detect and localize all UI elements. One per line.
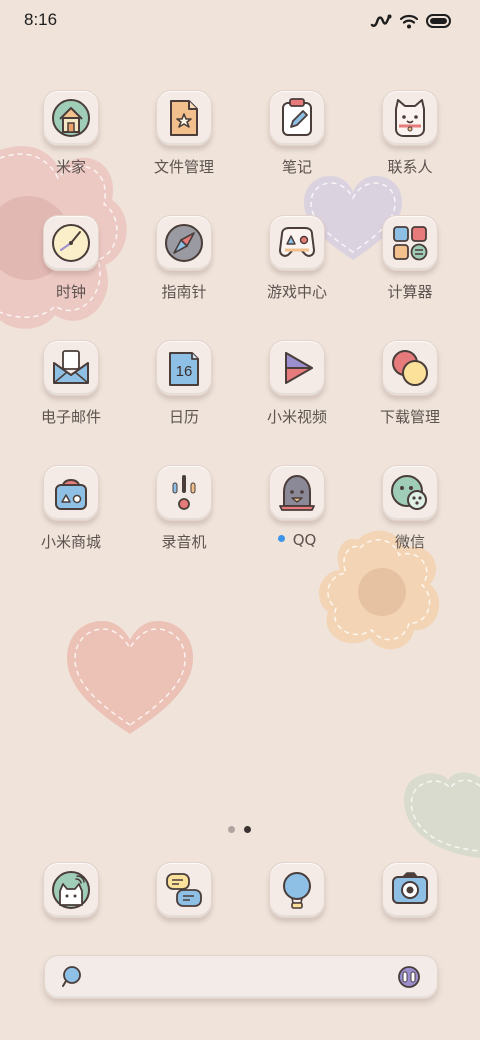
app-recorder[interactable]: 录音机 bbox=[134, 463, 234, 571]
contacts-cat-icon bbox=[395, 99, 425, 137]
app-tile bbox=[43, 862, 99, 918]
email-icon bbox=[53, 350, 89, 384]
mijia-house-icon bbox=[52, 99, 90, 137]
app-game-center[interactable]: 游戏中心 bbox=[247, 213, 347, 321]
app-tile bbox=[382, 465, 438, 521]
app-tile bbox=[269, 465, 325, 521]
app-tile bbox=[156, 862, 212, 918]
app-label: 日历 bbox=[168, 408, 199, 426]
app-label-text: QQ bbox=[292, 531, 317, 549]
wifi-icon bbox=[400, 14, 418, 28]
mi-store-icon bbox=[55, 479, 87, 510]
recorder-icon bbox=[172, 475, 196, 510]
app-compass[interactable]: 指南针 bbox=[134, 213, 234, 321]
browser-balloon-icon bbox=[283, 872, 311, 909]
app-tile bbox=[43, 90, 99, 146]
app-tile bbox=[43, 215, 99, 271]
app-calculator[interactable]: 计算器 bbox=[360, 213, 460, 321]
app-label: 下载管理 bbox=[379, 408, 440, 426]
calendar-date: 16 bbox=[176, 363, 193, 380]
status-icons bbox=[370, 11, 452, 31]
dock-app-phone[interactable] bbox=[21, 860, 121, 968]
search-icon[interactable] bbox=[61, 965, 85, 989]
app-wechat[interactable]: 微信 bbox=[360, 463, 460, 571]
clock-icon bbox=[52, 224, 90, 262]
search-bar[interactable] bbox=[44, 955, 438, 999]
app-download-manager[interactable]: 下载管理 bbox=[360, 338, 460, 446]
notes-icon bbox=[282, 98, 312, 136]
new-indicator-dot bbox=[277, 535, 285, 542]
app-label: 联系人 bbox=[387, 158, 433, 176]
app-label-qq: QQ bbox=[247, 531, 347, 549]
app-label: 游戏中心 bbox=[266, 283, 327, 301]
page-dot-active[interactable] bbox=[244, 826, 251, 833]
app-label: 指南针 bbox=[161, 283, 207, 301]
compass-icon bbox=[165, 224, 203, 262]
app-label: 笔记 bbox=[281, 158, 312, 176]
app-label: 录音机 bbox=[161, 533, 207, 551]
app-tile bbox=[382, 862, 438, 918]
camera-icon bbox=[392, 872, 428, 904]
app-tile bbox=[43, 340, 99, 396]
app-tile bbox=[382, 215, 438, 271]
status-time: 8:16 bbox=[24, 10, 58, 29]
qq-penguin-icon bbox=[279, 475, 315, 511]
page-indicator bbox=[226, 826, 256, 834]
app-clock[interactable]: 时钟 bbox=[21, 213, 121, 321]
pink-heart-decoration bbox=[67, 621, 193, 734]
app-tile bbox=[269, 340, 325, 396]
messages-icon bbox=[166, 873, 202, 907]
dock-app-camera[interactable] bbox=[360, 860, 460, 968]
activity-icon bbox=[370, 14, 392, 27]
app-qq[interactable]: QQ bbox=[247, 463, 347, 571]
app-mi-video[interactable]: 小米视频 bbox=[247, 338, 347, 446]
app-file-manager[interactable]: 文件管理 bbox=[134, 88, 234, 196]
app-label: 小米视频 bbox=[266, 408, 327, 426]
dock bbox=[0, 860, 480, 940]
app-label: 微信 bbox=[394, 533, 425, 551]
app-calendar[interactable]: 16 日历 bbox=[134, 338, 234, 446]
app-tile: 16 bbox=[156, 340, 212, 396]
app-contacts[interactable]: 联系人 bbox=[360, 88, 460, 196]
dock-app-browser[interactable] bbox=[247, 860, 347, 968]
app-tile bbox=[269, 862, 325, 918]
calculator-icon bbox=[393, 226, 428, 261]
app-label: 文件管理 bbox=[153, 158, 214, 176]
wechat-icon bbox=[391, 475, 427, 510]
app-tile bbox=[156, 215, 212, 271]
app-mijia[interactable]: 米家 bbox=[21, 88, 121, 196]
phone-cat-icon bbox=[52, 871, 90, 909]
green-heart-decoration bbox=[403, 772, 480, 858]
app-tile bbox=[269, 90, 325, 146]
app-tile bbox=[382, 340, 438, 396]
calendar-icon: 16 bbox=[169, 352, 199, 386]
page-dot[interactable] bbox=[228, 826, 235, 833]
app-tile bbox=[269, 215, 325, 271]
battery-icon bbox=[426, 14, 451, 28]
voice-assistant-icon[interactable] bbox=[397, 965, 421, 989]
status-bar: 8:16 bbox=[0, 0, 480, 42]
app-notes[interactable]: 笔记 bbox=[247, 88, 347, 196]
app-label: 小米商城 bbox=[40, 533, 101, 551]
video-play-icon bbox=[285, 352, 313, 384]
dock-app-messages[interactable] bbox=[134, 860, 234, 968]
file-manager-icon bbox=[170, 100, 198, 136]
app-email[interactable]: 电子邮件 bbox=[21, 338, 121, 446]
app-mi-store[interactable]: 小米商城 bbox=[21, 463, 121, 571]
app-tile bbox=[382, 90, 438, 146]
app-tile bbox=[156, 90, 212, 146]
app-tile bbox=[43, 465, 99, 521]
app-tile bbox=[156, 465, 212, 521]
app-label: 计算器 bbox=[387, 283, 433, 301]
game-center-icon bbox=[279, 227, 315, 257]
download-manager-icon bbox=[392, 350, 428, 386]
app-label: 电子邮件 bbox=[40, 408, 101, 426]
app-label: 时钟 bbox=[55, 283, 86, 301]
app-label: 米家 bbox=[55, 158, 86, 176]
